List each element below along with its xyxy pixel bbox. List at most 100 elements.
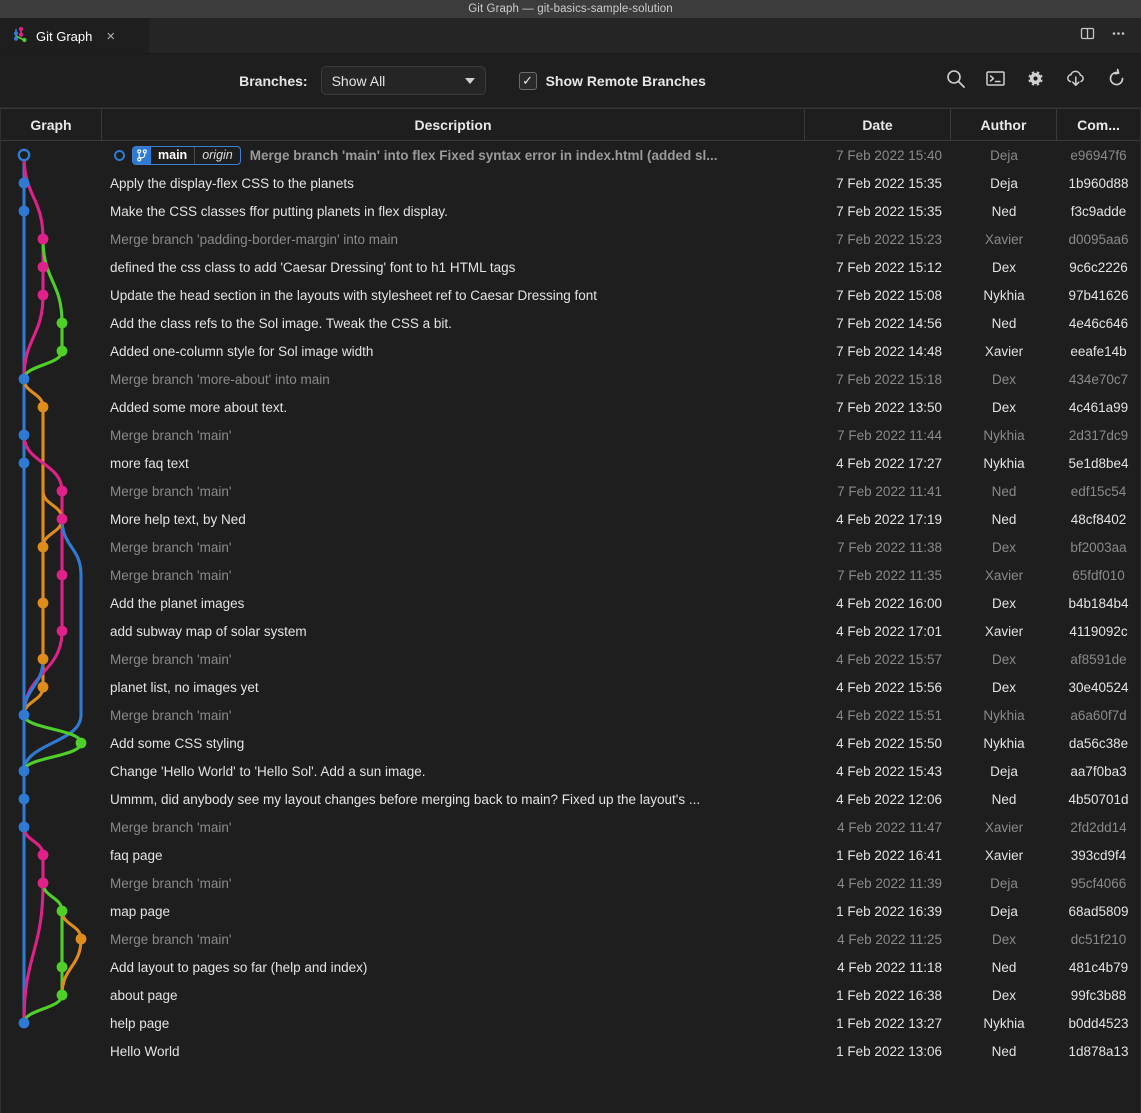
row-description-cell[interactable]: Merge branch 'padding-border-margin' int… — [102, 225, 805, 253]
gear-icon[interactable] — [1025, 68, 1046, 94]
row-author-cell: Ned — [991, 203, 1017, 219]
table-row[interactable]: Merge branch 'main' 4 Feb 2022 15:51 Nykhi… — [1, 701, 1140, 729]
row-commit-cell: 4b50701d — [1068, 791, 1129, 807]
row-commit-cell: 99fc3b88 — [1070, 987, 1127, 1003]
table-row[interactable]: Apply the display-flex CSS to the planet… — [1, 169, 1140, 197]
table-row[interactable]: Merge branch 'main' 4 Feb 2022 11:39 Deja 9… — [1, 869, 1140, 897]
row-description-cell[interactable]: defined the css class to add 'Caesar Dre… — [102, 253, 805, 281]
table-row[interactable]: more faq text 4 Feb 2022 17:27 Nykhia 5e1d8… — [1, 449, 1140, 477]
table-row[interactable]: help page 1 Feb 2022 13:27 Nykhia b0dd4523 — [1, 1009, 1140, 1037]
row-description-cell[interactable]: More help text, by Ned — [102, 505, 805, 533]
row-description-cell[interactable]: Merge branch 'main' — [102, 477, 805, 505]
row-description-cell[interactable]: main origin Merge branch 'main' into flex … — [102, 141, 805, 169]
more-actions-icon[interactable] — [1110, 25, 1127, 47]
table-row[interactable]: defined the css class to add 'Caesar Dre… — [1, 253, 1140, 281]
row-date-cell: 7 Feb 2022 13:50 — [836, 399, 942, 415]
row-graph-cell — [1, 421, 102, 449]
column-header-author[interactable]: Author — [951, 109, 1057, 140]
search-icon[interactable] — [945, 68, 966, 94]
row-date-cell: 7 Feb 2022 15:18 — [836, 371, 942, 387]
table-row[interactable]: Make the CSS classes ffor putting planet… — [1, 197, 1140, 225]
table-row[interactable]: Added one-column style for Sol image wid… — [1, 337, 1140, 365]
column-header-date[interactable]: Date — [805, 109, 951, 140]
row-description-cell[interactable]: Make the CSS classes ffor putting planet… — [102, 197, 805, 225]
cloud-download-icon[interactable] — [1065, 68, 1087, 94]
tab-git-graph[interactable]: Git Graph × — [0, 18, 150, 53]
table-row[interactable]: Merge branch 'more-about' into main 7 Feb… — [1, 365, 1140, 393]
table-row[interactable]: Add the class refs to the Sol image. Twe… — [1, 309, 1140, 337]
table-row[interactable]: add subway map of solar system 4 Feb 2022… — [1, 617, 1140, 645]
row-description-cell[interactable]: Add the class refs to the Sol image. Twe… — [102, 309, 805, 337]
branch-badge[interactable]: main origin — [132, 145, 241, 165]
row-description-cell[interactable]: Apply the display-flex CSS to the planet… — [102, 169, 805, 197]
split-editor-icon[interactable] — [1079, 25, 1096, 47]
row-description-text: faq page — [110, 847, 163, 863]
row-description-cell[interactable]: Merge branch 'more-about' into main — [102, 365, 805, 393]
checkbox-icon[interactable]: ✓ — [518, 71, 537, 90]
row-description-cell[interactable]: help page — [102, 1009, 805, 1037]
row-description-cell[interactable]: Merge branch 'main' — [102, 701, 805, 729]
table-row[interactable]: Hello World 1 Feb 2022 13:06 Ned 1d878a13 — [1, 1037, 1140, 1065]
table-row[interactable]: Add the planet images 4 Feb 2022 16:00 Dex… — [1, 589, 1140, 617]
row-description-cell[interactable]: Merge branch 'main' — [102, 561, 805, 589]
row-description-cell[interactable]: Merge branch 'main' — [102, 645, 805, 673]
branch-filter-dropdown[interactable]: Show All — [320, 66, 486, 95]
row-description-cell[interactable]: Merge branch 'main' — [102, 925, 805, 953]
table-row[interactable]: Merge branch 'main' 7 Feb 2022 11:41 Ned ed… — [1, 477, 1140, 505]
row-graph-cell — [1, 141, 102, 169]
row-description-cell[interactable]: add subway map of solar system — [102, 617, 805, 645]
local-branch-label: main — [151, 146, 196, 164]
column-header-description[interactable]: Description — [102, 109, 805, 140]
table-row[interactable]: Add some CSS styling 4 Feb 2022 15:50 Nykh… — [1, 729, 1140, 757]
table-row[interactable]: Change 'Hello World' to 'Hello Sol'. Add… — [1, 757, 1140, 785]
table-row[interactable]: faq page 1 Feb 2022 16:41 Xavier 393cd9f4 — [1, 841, 1140, 869]
row-description-cell[interactable]: Add layout to pages so far (help and ind… — [102, 953, 805, 981]
table-row[interactable]: Add layout to pages so far (help and ind… — [1, 953, 1140, 981]
row-description-cell[interactable]: Merge branch 'main' — [102, 813, 805, 841]
table-row[interactable]: planet list, no images yet 4 Feb 2022 15:… — [1, 673, 1140, 701]
row-description-cell[interactable]: about page — [102, 981, 805, 1009]
close-icon[interactable]: × — [103, 29, 118, 44]
row-description-cell[interactable]: planet list, no images yet — [102, 673, 805, 701]
row-description-cell[interactable]: Change 'Hello World' to 'Hello Sol'. Add… — [102, 757, 805, 785]
column-header-commit[interactable]: Com... — [1057, 109, 1140, 140]
table-row[interactable]: Merge branch 'padding-border-margin' int… — [1, 225, 1140, 253]
refresh-icon[interactable] — [1106, 68, 1127, 94]
table-row[interactable]: Update the head section in the layouts w… — [1, 281, 1140, 309]
table-row[interactable]: Merge branch 'main' 4 Feb 2022 11:25 Dex dc… — [1, 925, 1140, 953]
row-description-cell[interactable]: Merge branch 'main' — [102, 421, 805, 449]
table-row[interactable]: Merge branch 'main' 7 Feb 2022 11:38 Dex bf… — [1, 533, 1140, 561]
row-author-cell: Dex — [991, 931, 1016, 947]
show-remote-branches-toggle[interactable]: ✓ Show Remote Branches — [518, 71, 706, 90]
row-date-cell: 4 Feb 2022 15:57 — [836, 651, 942, 667]
row-description-cell[interactable]: Add the planet images — [102, 589, 805, 617]
row-description-cell[interactable]: Hello World — [102, 1037, 805, 1065]
table-row[interactable]: map page 1 Feb 2022 16:39 Deja 68ad5809 — [1, 897, 1140, 925]
terminal-icon[interactable] — [985, 68, 1006, 94]
row-date-cell: 7 Feb 2022 15:23 — [836, 231, 942, 247]
row-author-cell: Deja — [990, 903, 1018, 919]
row-description-cell[interactable]: map page — [102, 897, 805, 925]
row-description-cell[interactable]: Update the head section in the layouts w… — [102, 281, 805, 309]
column-header-graph[interactable]: Graph — [1, 109, 102, 140]
row-description-cell[interactable]: more faq text — [102, 449, 805, 477]
row-description-cell[interactable]: Added some more about text. — [102, 393, 805, 421]
table-row[interactable]: main origin Merge branch 'main' into flex … — [1, 141, 1140, 169]
row-description-cell[interactable]: Merge branch 'main' — [102, 869, 805, 897]
table-row[interactable]: Merge branch 'main' 4 Feb 2022 15:57 Dex af… — [1, 645, 1140, 673]
table-row[interactable]: Merge branch 'main' 7 Feb 2022 11:44 Nykhi… — [1, 421, 1140, 449]
table-row[interactable]: Merge branch 'main' 4 Feb 2022 11:47 Xavie… — [1, 813, 1140, 841]
row-description-cell[interactable]: Ummm, did anybody see my layout changes … — [102, 785, 805, 813]
tab-strip-spacer — [150, 18, 1079, 53]
table-row[interactable]: Added some more about text. 7 Feb 2022 13… — [1, 393, 1140, 421]
table-row[interactable]: Ummm, did anybody see my layout changes … — [1, 785, 1140, 813]
row-description-cell[interactable]: Add some CSS styling — [102, 729, 805, 757]
head-commit-circle-icon — [114, 149, 125, 161]
row-description-cell[interactable]: Added one-column style for Sol image wid… — [102, 337, 805, 365]
table-row[interactable]: More help text, by Ned 4 Feb 2022 17:19 Ne… — [1, 505, 1140, 533]
row-description-text: Merge branch 'padding-border-margin' int… — [110, 231, 399, 247]
table-row[interactable]: about page 1 Feb 2022 16:38 Dex 99fc3b88 — [1, 981, 1140, 1009]
row-description-cell[interactable]: Merge branch 'main' — [102, 533, 805, 561]
table-row[interactable]: Merge branch 'main' 7 Feb 2022 11:35 Xavie… — [1, 561, 1140, 589]
row-description-cell[interactable]: faq page — [102, 841, 805, 869]
